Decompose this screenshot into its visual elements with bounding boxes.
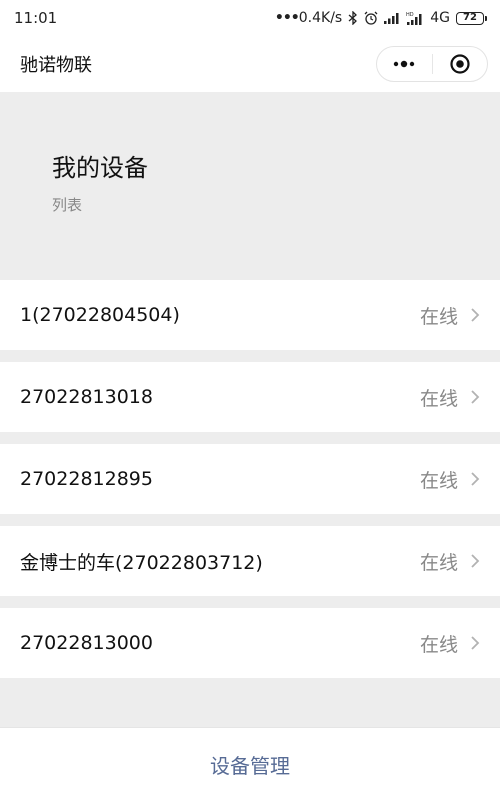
device-list: 1(27022804504) 在线 27022813018 在线 2702281… bbox=[0, 280, 500, 690]
device-status: 在线 bbox=[419, 387, 458, 410]
bluetooth-icon bbox=[348, 11, 358, 25]
status-time: 11:01 bbox=[14, 9, 58, 27]
status-indicators: ••• 0.4K/s HD 4G 72 bbox=[274, 10, 487, 26]
page-subtitle: 列表 bbox=[52, 196, 83, 214]
close-button[interactable] bbox=[433, 47, 488, 81]
device-row[interactable]: 27022813000 在线 bbox=[0, 608, 500, 678]
device-status: 在线 bbox=[419, 633, 458, 656]
phone-screen: 11:01 ••• 0.4K/s HD 4G 72 驰诺物联 我的设备 列表 1… bbox=[0, 0, 500, 800]
svg-text:HD: HD bbox=[406, 12, 414, 18]
device-name: 27022812895 bbox=[20, 468, 153, 490]
chevron-right-icon bbox=[471, 308, 480, 322]
device-row[interactable]: 金博士的车(27022803712) 在线 bbox=[0, 526, 500, 596]
page-title: 我的设备 bbox=[52, 154, 148, 182]
chevron-right-icon bbox=[471, 554, 480, 568]
chevron-right-icon bbox=[471, 636, 480, 650]
device-row[interactable]: 27022813018 在线 bbox=[0, 362, 500, 432]
device-status-group: 在线 bbox=[420, 466, 480, 493]
chevron-right-icon bbox=[471, 472, 480, 486]
device-status-group: 在线 bbox=[420, 630, 480, 657]
device-name: 27022813018 bbox=[20, 386, 153, 408]
battery-icon: 72 bbox=[456, 11, 487, 25]
mini-program-capsule bbox=[376, 46, 488, 82]
device-status-group: 在线 bbox=[420, 384, 480, 411]
device-status: 在线 bbox=[419, 469, 458, 492]
device-status: 在线 bbox=[419, 305, 458, 328]
status-bar: 11:01 ••• 0.4K/s HD 4G 72 bbox=[0, 0, 500, 36]
device-row[interactable]: 1(27022804504) 在线 bbox=[0, 280, 500, 350]
device-status: 在线 bbox=[419, 551, 458, 574]
device-name: 27022813000 bbox=[20, 632, 153, 654]
device-name: 金博士的车(27022803712) bbox=[20, 551, 263, 574]
more-button[interactable] bbox=[377, 47, 432, 81]
chevron-right-icon bbox=[471, 390, 480, 404]
hd-signal-icon: HD bbox=[406, 11, 424, 25]
page-header: 我的设备 列表 bbox=[0, 92, 500, 280]
device-row[interactable]: 27022812895 在线 bbox=[0, 444, 500, 514]
bottom-tab-bar: 设备管理 bbox=[0, 727, 500, 800]
nav-bar: 驰诺物联 bbox=[0, 36, 500, 92]
device-status-group: 在线 bbox=[420, 302, 480, 329]
more-dots-icon bbox=[394, 60, 415, 68]
target-close-icon bbox=[450, 54, 470, 74]
network-speed: ••• 0.4K/s bbox=[274, 10, 343, 26]
app-title: 驰诺物联 bbox=[20, 55, 92, 76]
alarm-icon bbox=[364, 11, 378, 25]
network-type: 4G bbox=[430, 10, 450, 26]
signal-icon bbox=[384, 12, 400, 24]
device-management-tab[interactable]: 设备管理 bbox=[210, 750, 290, 779]
device-status-group: 在线 bbox=[420, 548, 480, 575]
device-name: 1(27022804504) bbox=[20, 304, 180, 326]
